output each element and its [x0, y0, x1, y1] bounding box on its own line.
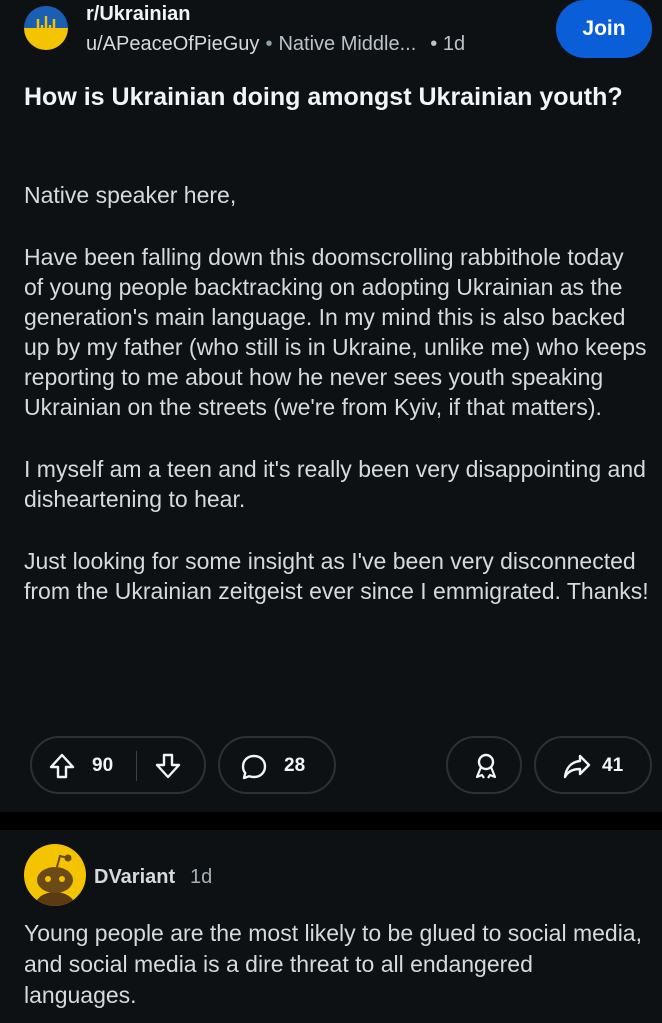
join-button[interactable]: Join [556, 0, 652, 58]
post-action-bar: 90 28 41 [0, 736, 662, 796]
award-icon [475, 753, 497, 779]
post-title[interactable]: How is Ukrainian doing amongst Ukrainian… [24, 80, 644, 114]
post-paragraph: I myself am a teen and it's really been … [24, 456, 646, 512]
snoo-avatar-icon [35, 854, 75, 906]
award-button[interactable] [446, 736, 522, 794]
post-body: Native speaker here, Have been falling d… [24, 180, 649, 638]
section-divider [0, 812, 662, 830]
user-flair: Native Middle... [278, 33, 417, 55]
post-paragraph: Native speaker here, [24, 182, 237, 208]
post-age: • 1d [430, 33, 466, 55]
commenter-avatar[interactable] [24, 844, 86, 906]
post-meta: u/APeaceOfPieGuy • Native Middle... • 1d [86, 33, 465, 56]
arrow-up-icon[interactable] [48, 752, 76, 780]
comment-count: 28 [284, 755, 306, 776]
arrow-down-icon[interactable] [154, 752, 182, 780]
meta-separator: • [265, 33, 273, 55]
share-button[interactable]: 41 [534, 736, 652, 794]
comment-item: DVariant 1d Young people are the most li… [0, 830, 662, 1023]
author-link[interactable]: u/APeaceOfPieGuy [86, 33, 259, 55]
comment-body: Young people are the most likely to be g… [24, 920, 642, 1008]
vote-control: 90 [30, 736, 206, 794]
subreddit-avatar[interactable] [24, 6, 68, 50]
speech-bubble-icon [241, 754, 267, 780]
post-card: r/Ukrainian u/APeaceOfPieGuy • Native Midd… [0, 0, 662, 812]
vote-score: 90 [92, 755, 114, 776]
vote-divider [136, 751, 137, 781]
commenter-name[interactable]: DVariant [94, 866, 175, 889]
ukraine-trident-icon [36, 16, 56, 39]
post-header: r/Ukrainian u/APeaceOfPieGuy • Native Midd… [0, 0, 662, 60]
post-paragraph: Have been falling down this doomscrollin… [24, 244, 647, 420]
post-paragraph: Just looking for some insight as I've be… [24, 548, 649, 604]
subreddit-name[interactable]: r/Ukrainian [86, 3, 190, 26]
share-count: 41 [602, 755, 624, 776]
share-arrow-icon [563, 754, 591, 779]
comment-age: 1d [190, 866, 213, 888]
comments-button[interactable]: 28 [218, 736, 336, 794]
